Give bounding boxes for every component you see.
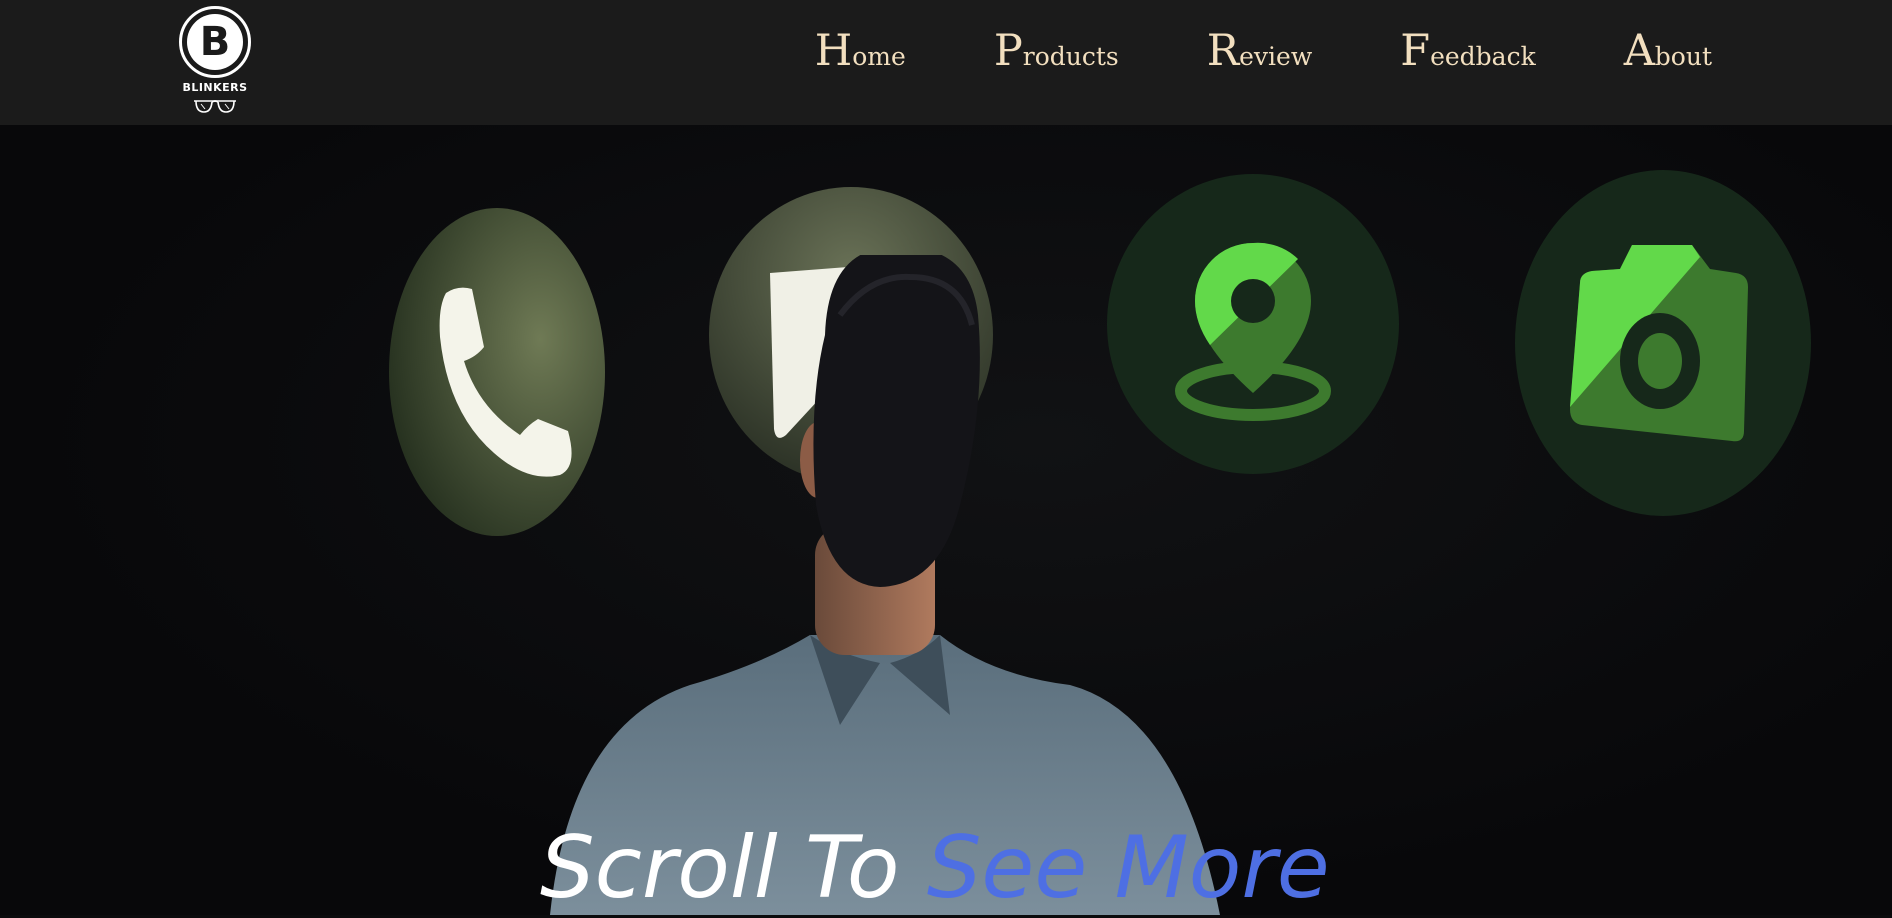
scroll-prompt-part2: See More (926, 818, 1330, 918)
brand-logo[interactable]: B BLINKERS (175, 6, 255, 124)
camera-icon (1515, 170, 1811, 516)
brand-name: BLINKERS (182, 81, 248, 94)
hero-video (0, 125, 1892, 915)
nav-products-initial: P (993, 26, 1023, 76)
nav-feedback-label: eedback (1430, 42, 1536, 71)
person-silhouette (550, 255, 1220, 915)
nav-home-initial: H (814, 26, 853, 76)
logo-circle: B (179, 6, 251, 78)
nav-feedback[interactable]: Feedback (1400, 30, 1536, 73)
nav-products-label: roducts (1022, 42, 1119, 71)
main-nav: Home Products Review Feedback About (815, 30, 1712, 73)
nav-about-initial: A (1623, 26, 1655, 76)
nav-review-label: eview (1239, 42, 1313, 71)
nav-about-label: bout (1654, 42, 1712, 71)
nav-review[interactable]: Review (1207, 30, 1313, 73)
nav-home-label: ome (852, 42, 906, 71)
logo-letter: B (187, 14, 243, 70)
scroll-prompt-part1: Scroll To (540, 818, 927, 918)
nav-about[interactable]: About (1624, 30, 1712, 73)
nav-products[interactable]: Products (994, 30, 1119, 73)
nav-review-initial: R (1206, 26, 1240, 76)
top-navbar: B BLINKERS Home Products Review Feedback… (0, 0, 1892, 125)
nav-home[interactable]: Home (815, 30, 906, 73)
sunglasses-icon (194, 100, 236, 113)
scroll-prompt-heading: Scroll To See More (540, 825, 1330, 911)
nav-feedback-initial: F (1400, 26, 1431, 76)
